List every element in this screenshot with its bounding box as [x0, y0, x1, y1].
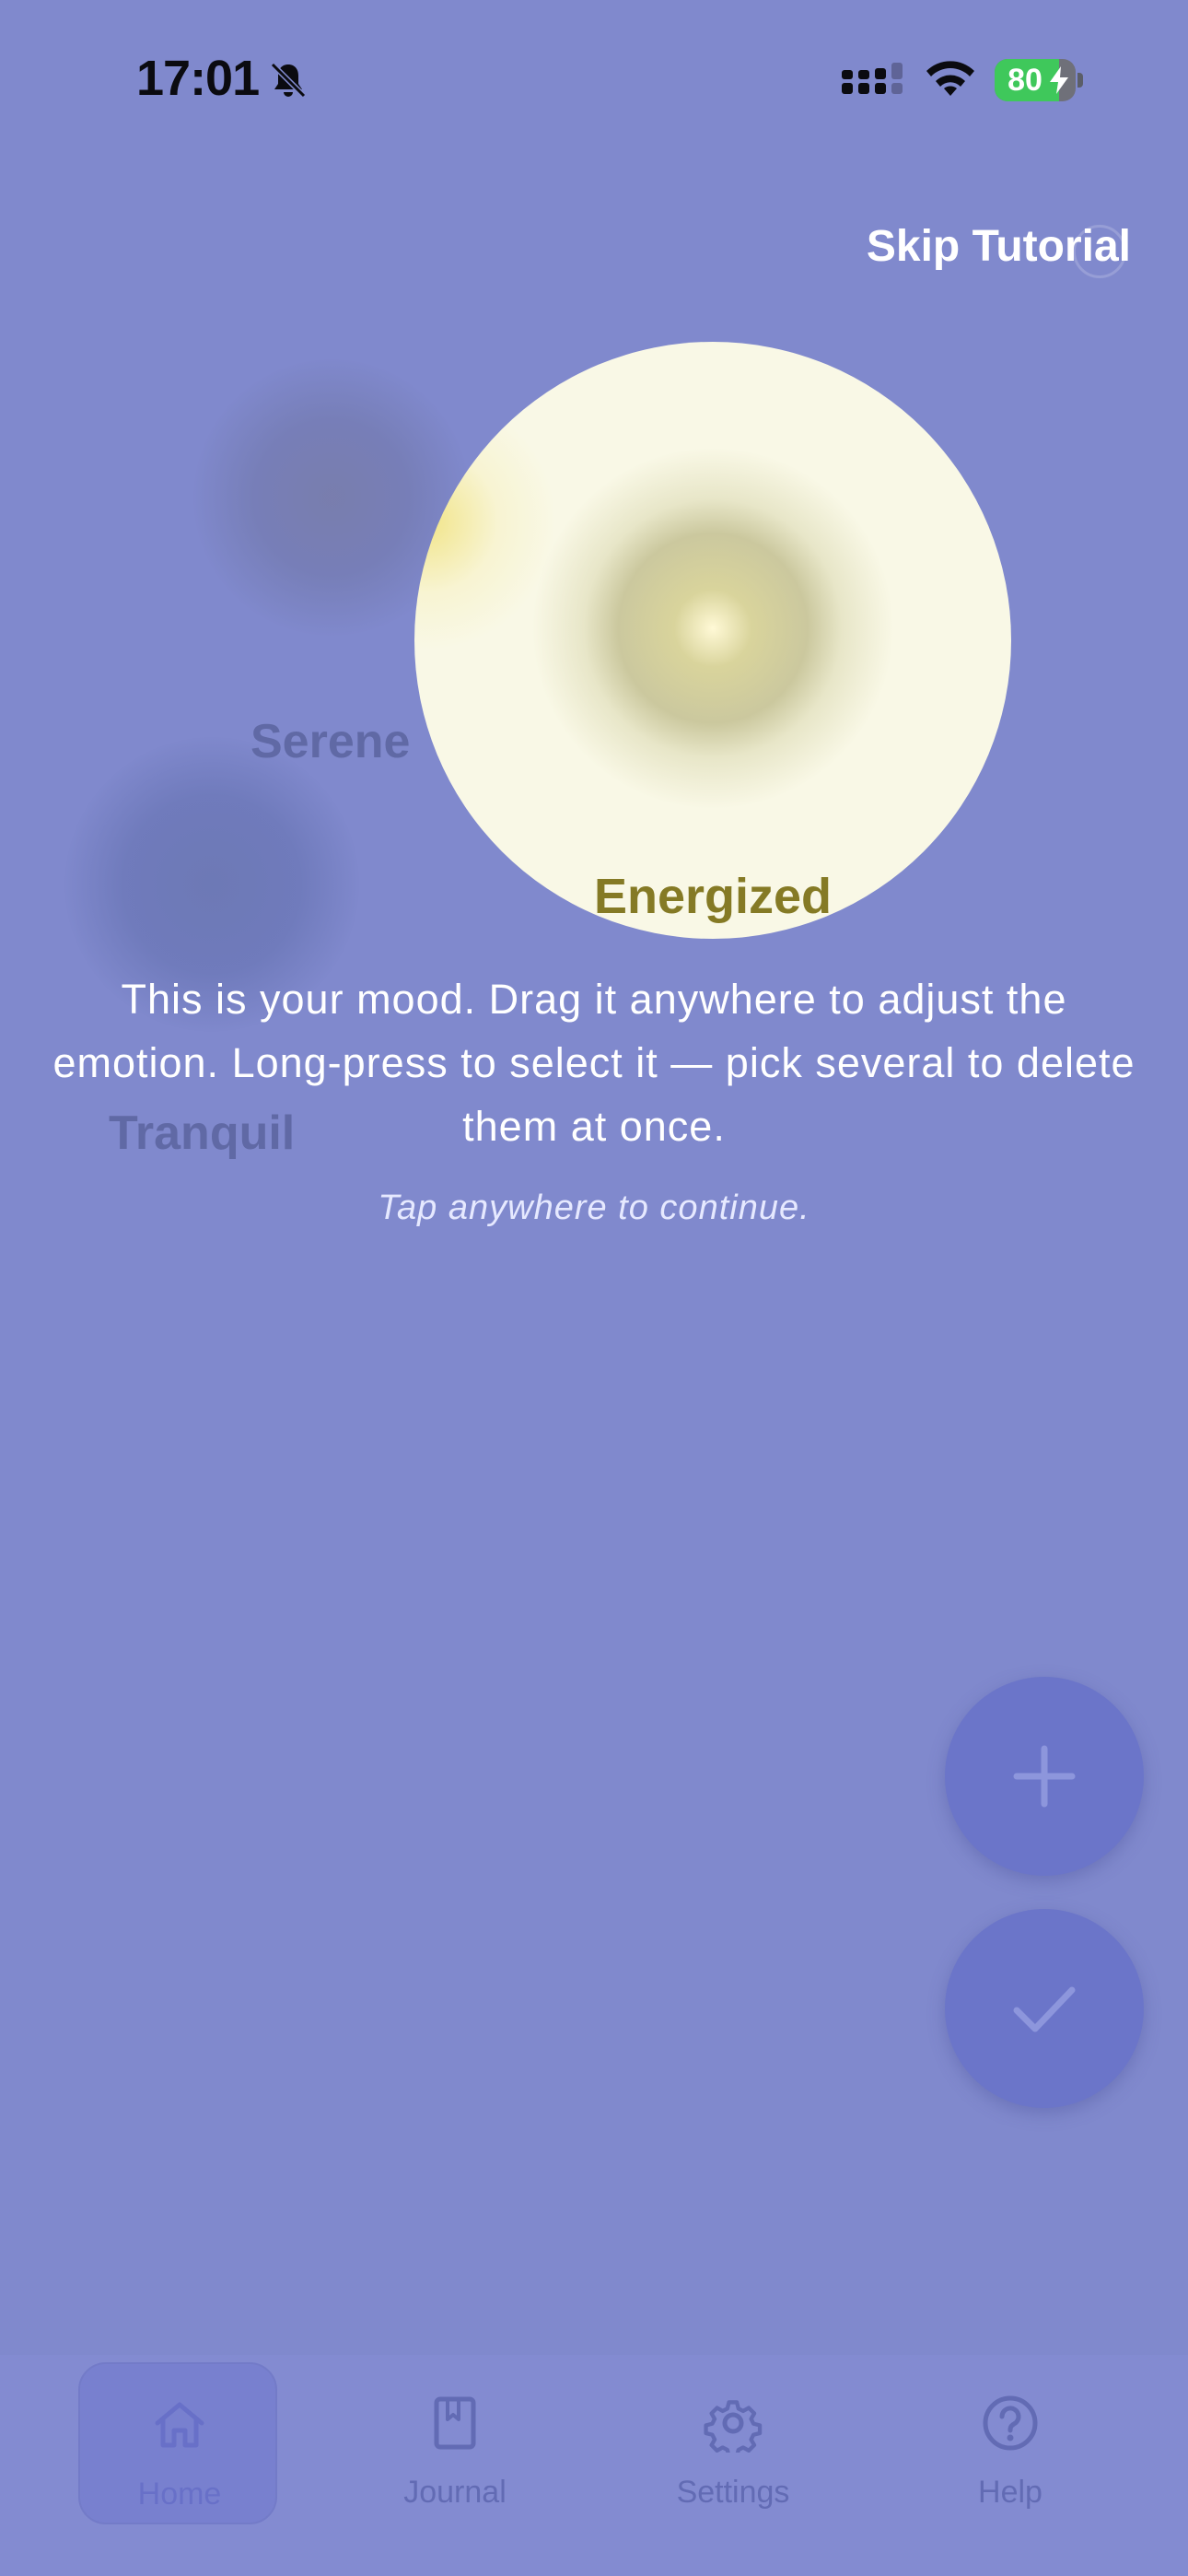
mood-bubble-energized[interactable] [414, 342, 1011, 939]
nav-label-journal: Journal [403, 2475, 507, 2510]
tutorial-continue-hint: Tap anywhere to continue. [378, 1188, 810, 1227]
battery-percent: 80 [1007, 63, 1042, 98]
bookmark-book-icon [434, 2396, 476, 2450]
nav-label-help: Help [978, 2475, 1042, 2510]
nav-item-settings[interactable]: Settings [634, 2362, 833, 2524]
help-circle-icon [983, 2395, 1038, 2451]
nav-label-home: Home [137, 2476, 222, 2512]
bell-slash-icon [270, 62, 307, 99]
nav-label-settings: Settings [676, 2475, 790, 2510]
status-time: 17:01 [136, 51, 260, 106]
wifi-icon [926, 61, 974, 96]
confirm-button[interactable] [945, 1909, 1144, 2108]
mood-label-tranquil: Tranquil [109, 1107, 296, 1160]
check-icon [1013, 1986, 1076, 2032]
mood-label-energized: Energized [593, 869, 833, 924]
add-mood-button[interactable] [945, 1677, 1144, 1876]
plus-icon [1013, 1745, 1076, 1808]
nav-item-help[interactable]: Help [911, 2362, 1110, 2524]
battery-indicator: 80 [995, 59, 1083, 101]
cellular-signal-icon [842, 63, 903, 94]
charging-bolt-icon [1050, 66, 1068, 94]
mood-label-serene: Serene [250, 715, 411, 768]
gear-icon [704, 2400, 763, 2453]
skip-tutorial-button[interactable]: Skip Tutorial [867, 221, 1131, 272]
home-icon [155, 2402, 204, 2448]
status-bar: 17:01 80 [0, 0, 1188, 157]
nav-item-home[interactable]: Home [78, 2362, 277, 2524]
bottom-navigation: Home Journal Settings Help [0, 2355, 1188, 2576]
nav-item-journal[interactable]: Journal [355, 2362, 554, 2524]
